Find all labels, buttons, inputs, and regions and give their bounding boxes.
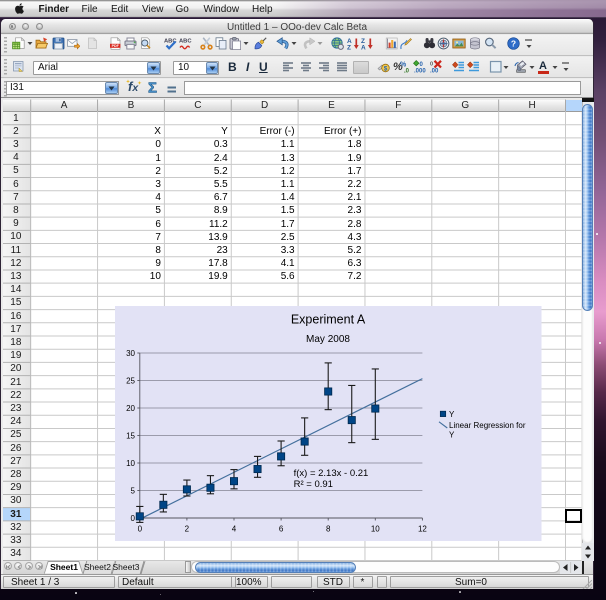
svg-text:4: 4	[232, 524, 237, 533]
svg-text:Experiment A: Experiment A	[291, 312, 366, 326]
svg-text:5: 5	[131, 486, 136, 495]
svg-text:30: 30	[126, 348, 135, 357]
svg-text:Y: Y	[449, 410, 455, 419]
svg-text:25: 25	[126, 376, 135, 385]
svg-text:0: 0	[138, 524, 143, 533]
svg-text:15: 15	[126, 431, 135, 440]
svg-text:Y: Y	[449, 430, 455, 439]
svg-text:f(x) = 2.13x - 0.21: f(x) = 2.13x - 0.21	[294, 468, 369, 479]
svg-text:R² = 0.91: R² = 0.91	[294, 479, 333, 490]
svg-text:2: 2	[185, 524, 190, 533]
svg-text:Linear Regression for: Linear Regression for	[449, 420, 526, 429]
svg-text:20: 20	[126, 403, 135, 412]
svg-text:12: 12	[418, 524, 427, 533]
svg-text:8: 8	[326, 524, 331, 533]
svg-text:10: 10	[371, 524, 380, 533]
svg-text:10: 10	[126, 458, 135, 467]
svg-text:6: 6	[279, 524, 284, 533]
svg-text:0: 0	[131, 513, 136, 522]
svg-text:May 2008: May 2008	[306, 334, 350, 345]
